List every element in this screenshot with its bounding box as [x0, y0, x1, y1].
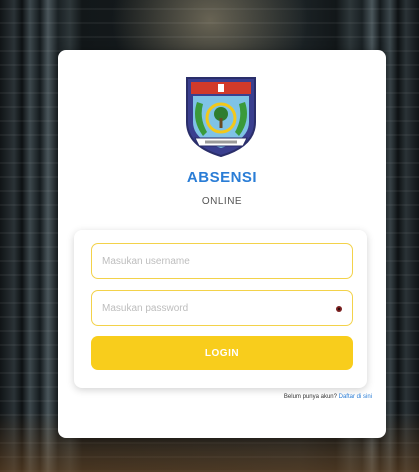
eye-icon[interactable] — [333, 303, 345, 315]
username-input[interactable] — [92, 244, 352, 278]
login-button[interactable]: LOGIN — [91, 336, 353, 370]
login-card: ABSENSI ONLINE LOGIN Belum punya akun? D… — [58, 50, 386, 438]
app-title: ABSENSI — [186, 169, 258, 186]
username-field-wrapper — [91, 243, 353, 279]
password-field-wrapper — [91, 290, 353, 326]
regional-emblem-logo — [186, 77, 256, 158]
register-link[interactable]: Daftar di sini — [339, 394, 372, 400]
register-prompt: Belum punya akun? — [283, 394, 337, 400]
app-subtitle: ONLINE — [201, 196, 243, 207]
password-input[interactable] — [92, 291, 352, 325]
login-form: LOGIN — [74, 230, 367, 388]
register-row: Belum punya akun? Daftar di sini — [284, 394, 372, 400]
